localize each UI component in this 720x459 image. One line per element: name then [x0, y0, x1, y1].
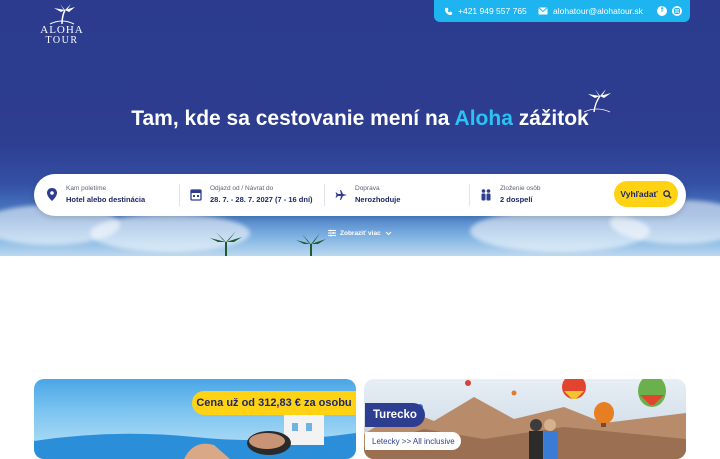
logo-text-line2: TOUR: [45, 35, 79, 46]
headline-text: Tam, kde sa cestovanie mení na: [131, 107, 455, 130]
search-bar: Kam poletíme Hotel alebo destinácia Odja…: [34, 174, 686, 216]
persons-value: 2 dospelí: [500, 195, 533, 204]
facebook-icon[interactable]: f: [657, 6, 667, 16]
people-icon: [481, 189, 491, 201]
search-icon: [662, 189, 672, 199]
transport-field[interactable]: Doprava Nerozhoduje: [335, 174, 465, 216]
airplane-icon: [335, 190, 347, 200]
palm-trees-icon: [210, 231, 326, 256]
headline-accent: Aloha: [454, 107, 513, 130]
chevron-down-icon: [385, 231, 392, 235]
search-button[interactable]: Vyhľadať: [614, 181, 678, 207]
phone-number: +421 949 557 765: [458, 6, 527, 16]
palm-logo-icon: [49, 4, 75, 25]
hero-headline: Tam, kde sa cestovanie mení na Aloha záž…: [0, 107, 720, 131]
instagram-icon[interactable]: [672, 6, 682, 16]
email-link[interactable]: alohatour@alohatour.sk: [538, 6, 643, 16]
email-icon: [538, 7, 548, 15]
destination-field[interactable]: Kam poletíme Hotel alebo destinácia: [46, 174, 176, 216]
dates-value: 28. 7. - 28. 7. 2027 (7 - 16 dní): [210, 195, 313, 204]
headline-text-end: zážitok: [512, 107, 589, 130]
field-divider: [324, 184, 325, 206]
filter-icon: [328, 229, 336, 237]
location-pin-icon: [47, 188, 57, 201]
phone-link[interactable]: +421 949 557 765: [444, 6, 527, 16]
offer-subtitle: Letecky >> All inclusive: [365, 432, 461, 450]
field-divider: [179, 184, 180, 206]
destination-label: Kam poletíme: [66, 185, 107, 192]
show-more-toggle[interactable]: Zobraziť viac: [328, 228, 392, 238]
contact-bar: +421 949 557 765 alohatour@alohatour.sk …: [434, 0, 690, 22]
dates-label: Odjazd od / Návrat do: [210, 185, 274, 192]
price-badge: Cena už od 312,83 € za osobu: [192, 391, 356, 415]
palm-decoration-icon: [583, 89, 611, 113]
phone-icon: [444, 7, 453, 15]
search-button-label: Vyhľadať: [620, 189, 658, 199]
show-more-label: Zobraziť viac: [340, 229, 381, 237]
hot-air-balloon-icon: [638, 379, 666, 407]
country-badge: Turecko: [365, 403, 425, 427]
dates-field[interactable]: Odjazd od / Návrat do 28. 7. - 28. 7. 20…: [190, 174, 320, 216]
destination-value: Hotel alebo destinácia: [66, 195, 146, 204]
field-divider: [469, 184, 470, 206]
transport-label: Doprava: [355, 185, 380, 192]
transport-value: Nerozhoduje: [355, 195, 401, 204]
hot-air-balloon-icon: [562, 379, 586, 399]
email-address: alohatour@alohatour.sk: [553, 6, 643, 16]
aloha-tour-logo[interactable]: ALOHA TOUR: [36, 4, 88, 48]
persons-label: Zloženie osôb: [500, 185, 541, 192]
persons-field[interactable]: Zloženie osôb 2 dospelí: [480, 174, 610, 216]
calendar-icon: [190, 189, 202, 201]
